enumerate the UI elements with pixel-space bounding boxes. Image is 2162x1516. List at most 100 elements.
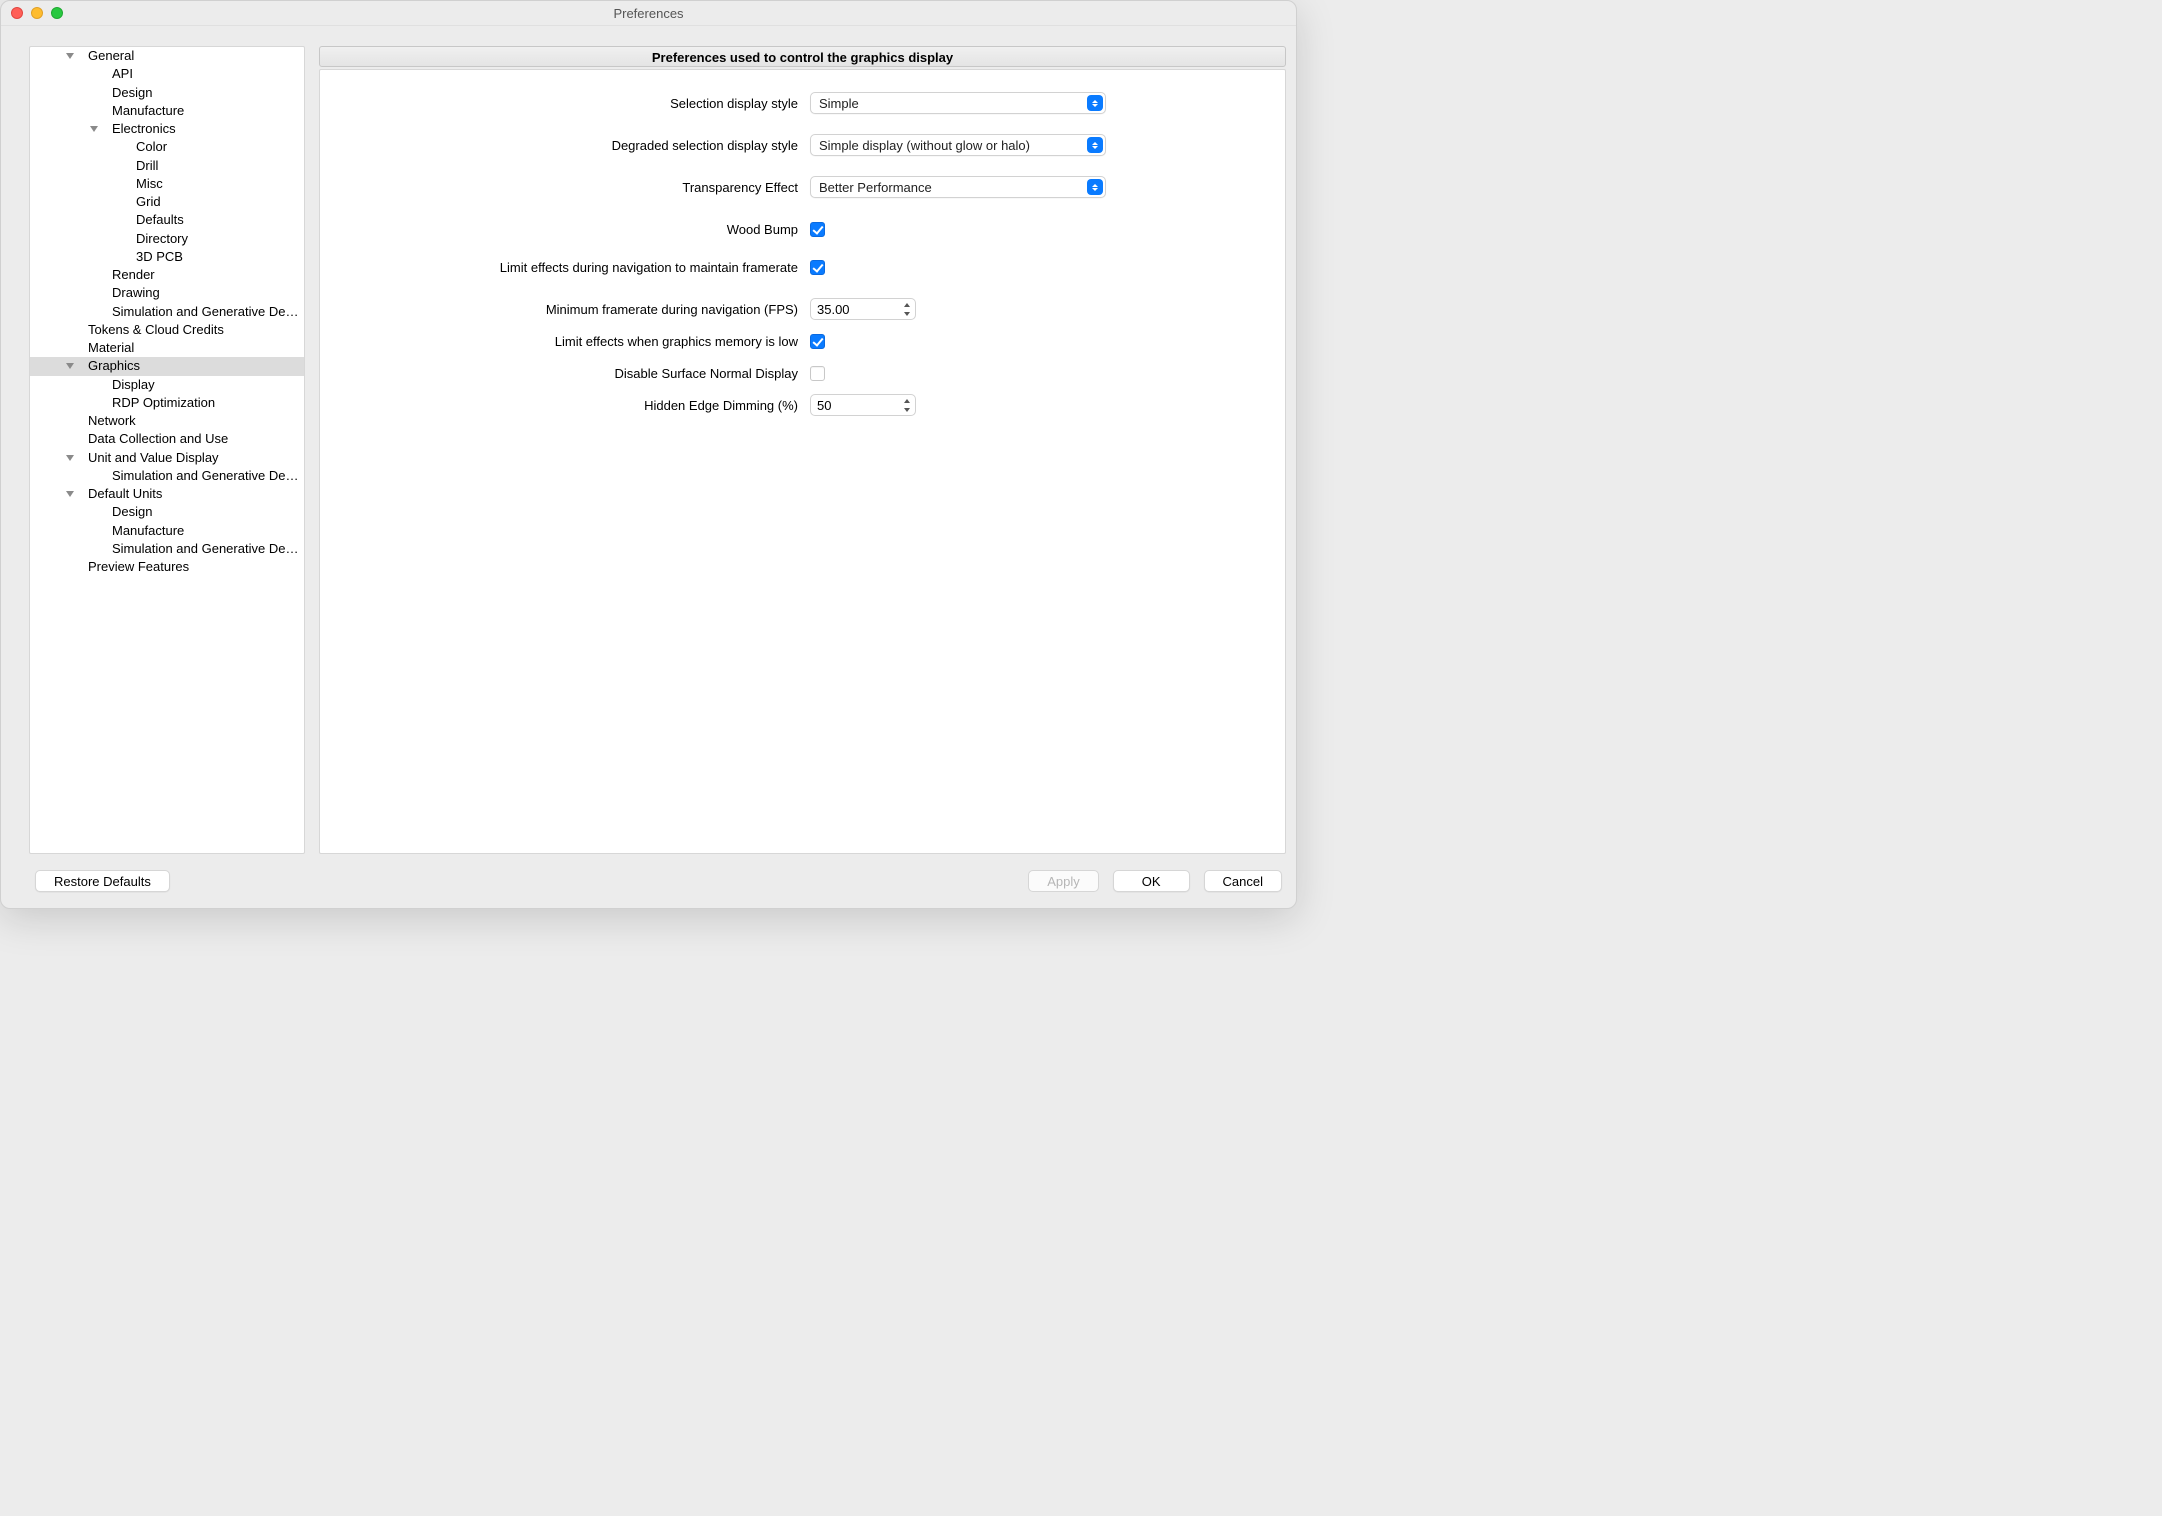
stepper-up-icon[interactable] <box>900 300 914 309</box>
tree-item[interactable]: Preview Features <box>30 558 304 576</box>
preferences-tree[interactable]: General API Design Manufacture ElectronicsCo… <box>29 46 305 854</box>
tree-item[interactable]: Default Units <box>30 485 304 503</box>
tree-item-label: Defaults <box>136 212 184 227</box>
tree-item[interactable]: Manufacture <box>30 102 304 120</box>
transparency-select[interactable]: Better Performance <box>810 176 1106 198</box>
tree-item[interactable]: Misc <box>30 175 304 193</box>
tree-item[interactable]: Drill <box>30 157 304 175</box>
zoom-icon[interactable] <box>51 7 63 19</box>
tree-item[interactable]: Simulation and Generative Desi… <box>30 540 304 558</box>
min-fps-input[interactable] <box>817 302 897 317</box>
limit-mem-label: Limit effects when graphics memory is lo… <box>320 334 810 349</box>
tree-item-label: RDP Optimization <box>112 395 215 410</box>
tree-item[interactable]: Material <box>30 339 304 357</box>
tree-item[interactable]: Electronics <box>30 120 304 138</box>
degraded-style-value: Simple display (without glow or halo) <box>819 138 1030 153</box>
transparency-label: Transparency Effect <box>320 180 810 195</box>
limit-nav-label: Limit effects during navigation to maint… <box>320 260 810 275</box>
hidden-edge-spinner[interactable] <box>810 394 916 416</box>
panel-title: Preferences used to control the graphics… <box>319 46 1286 67</box>
dialog-footer: Restore Defaults Apply OK Cancel <box>1 854 1296 908</box>
ok-button[interactable]: OK <box>1113 870 1190 892</box>
tree-item[interactable]: Color <box>30 138 304 156</box>
tree-item-label: 3D PCB <box>136 249 183 264</box>
tree-item[interactable]: General <box>30 47 304 65</box>
updown-icon <box>1087 179 1103 195</box>
chevron-down-icon[interactable] <box>90 126 98 132</box>
min-fps-spinner[interactable] <box>810 298 916 320</box>
tree-item[interactable]: Drawing <box>30 284 304 302</box>
tree-item-label: Display <box>112 377 155 392</box>
stepper-down-icon[interactable] <box>900 309 914 318</box>
tree-item-label: Design <box>112 504 152 519</box>
tree-item-label: Manufacture <box>112 103 184 118</box>
tree-item[interactable]: Tokens & Cloud Credits <box>30 321 304 339</box>
tree-item[interactable]: Simulation and Generative Desi… <box>30 467 304 485</box>
tree-item-label: Network <box>88 413 136 428</box>
transparency-value: Better Performance <box>819 180 932 195</box>
tree-item[interactable]: 3D PCB <box>30 248 304 266</box>
chevron-down-icon[interactable] <box>66 53 74 59</box>
tree-item[interactable]: API <box>30 65 304 83</box>
preferences-window: Preferences General API Design Manufacture E… <box>0 0 1297 909</box>
tree-item[interactable]: Design <box>30 84 304 102</box>
limit-nav-checkbox[interactable] <box>810 260 825 275</box>
tree-item-label: Tokens & Cloud Credits <box>88 322 224 337</box>
titlebar: Preferences <box>1 1 1296 26</box>
chevron-down-icon[interactable] <box>66 363 74 369</box>
selection-style-value: Simple <box>819 96 859 111</box>
wood-bump-label: Wood Bump <box>320 222 810 237</box>
tree-item-label: Simulation and Generative Desi… <box>112 541 304 556</box>
selection-style-select[interactable]: Simple <box>810 92 1106 114</box>
tree-item-label: API <box>112 66 133 81</box>
tree-item-label: Data Collection and Use <box>88 431 228 446</box>
tree-item[interactable]: Grid <box>30 193 304 211</box>
tree-item-label: Misc <box>136 176 163 191</box>
tree-item[interactable]: Defaults <box>30 211 304 229</box>
tree-item-label: General <box>88 48 134 63</box>
tree-item[interactable]: Manufacture <box>30 522 304 540</box>
selection-style-label: Selection display style <box>320 96 810 111</box>
tree-item[interactable]: Display <box>30 376 304 394</box>
tree-item[interactable]: Data Collection and Use <box>30 430 304 448</box>
chevron-down-icon[interactable] <box>66 491 74 497</box>
updown-icon <box>1087 95 1103 111</box>
tree-item-label: Graphics <box>88 358 140 373</box>
restore-defaults-button[interactable]: Restore Defaults <box>35 870 170 892</box>
updown-icon <box>1087 137 1103 153</box>
hidden-edge-label: Hidden Edge Dimming (%) <box>320 398 810 413</box>
close-icon[interactable] <box>11 7 23 19</box>
tree-item-label: Design <box>112 85 152 100</box>
disable-normal-checkbox[interactable] <box>810 366 825 381</box>
stepper-up-icon[interactable] <box>900 396 914 405</box>
tree-item[interactable]: Directory <box>30 230 304 248</box>
degraded-style-label: Degraded selection display style <box>320 138 810 153</box>
min-fps-label: Minimum framerate during navigation (FPS… <box>320 302 810 317</box>
tree-item[interactable]: Design <box>30 503 304 521</box>
tree-item-label: Material <box>88 340 134 355</box>
tree-item-label: Preview Features <box>88 559 189 574</box>
degraded-style-select[interactable]: Simple display (without glow or halo) <box>810 134 1106 156</box>
tree-item[interactable]: Simulation and Generative Desi… <box>30 303 304 321</box>
chevron-down-icon[interactable] <box>66 455 74 461</box>
minimize-icon[interactable] <box>31 7 43 19</box>
tree-item-label: Simulation and Generative Desi… <box>112 468 304 483</box>
limit-mem-checkbox[interactable] <box>810 334 825 349</box>
tree-item-label: Manufacture <box>112 523 184 538</box>
stepper-down-icon[interactable] <box>900 405 914 414</box>
tree-item[interactable]: Unit and Value Display <box>30 449 304 467</box>
tree-item[interactable]: Network <box>30 412 304 430</box>
tree-item-label: Directory <box>136 231 188 246</box>
tree-item-label: Grid <box>136 194 161 209</box>
tree-item[interactable]: Graphics <box>30 357 304 375</box>
apply-button[interactable]: Apply <box>1028 870 1099 892</box>
window-title: Preferences <box>613 6 683 21</box>
tree-item[interactable]: Render <box>30 266 304 284</box>
cancel-button[interactable]: Cancel <box>1204 870 1282 892</box>
graphics-panel: Selection display style Simple Degraded … <box>319 69 1286 854</box>
hidden-edge-input[interactable] <box>817 398 897 413</box>
tree-item-label: Simulation and Generative Desi… <box>112 304 304 319</box>
disable-normal-label: Disable Surface Normal Display <box>320 366 810 381</box>
tree-item[interactable]: RDP Optimization <box>30 394 304 412</box>
wood-bump-checkbox[interactable] <box>810 222 825 237</box>
